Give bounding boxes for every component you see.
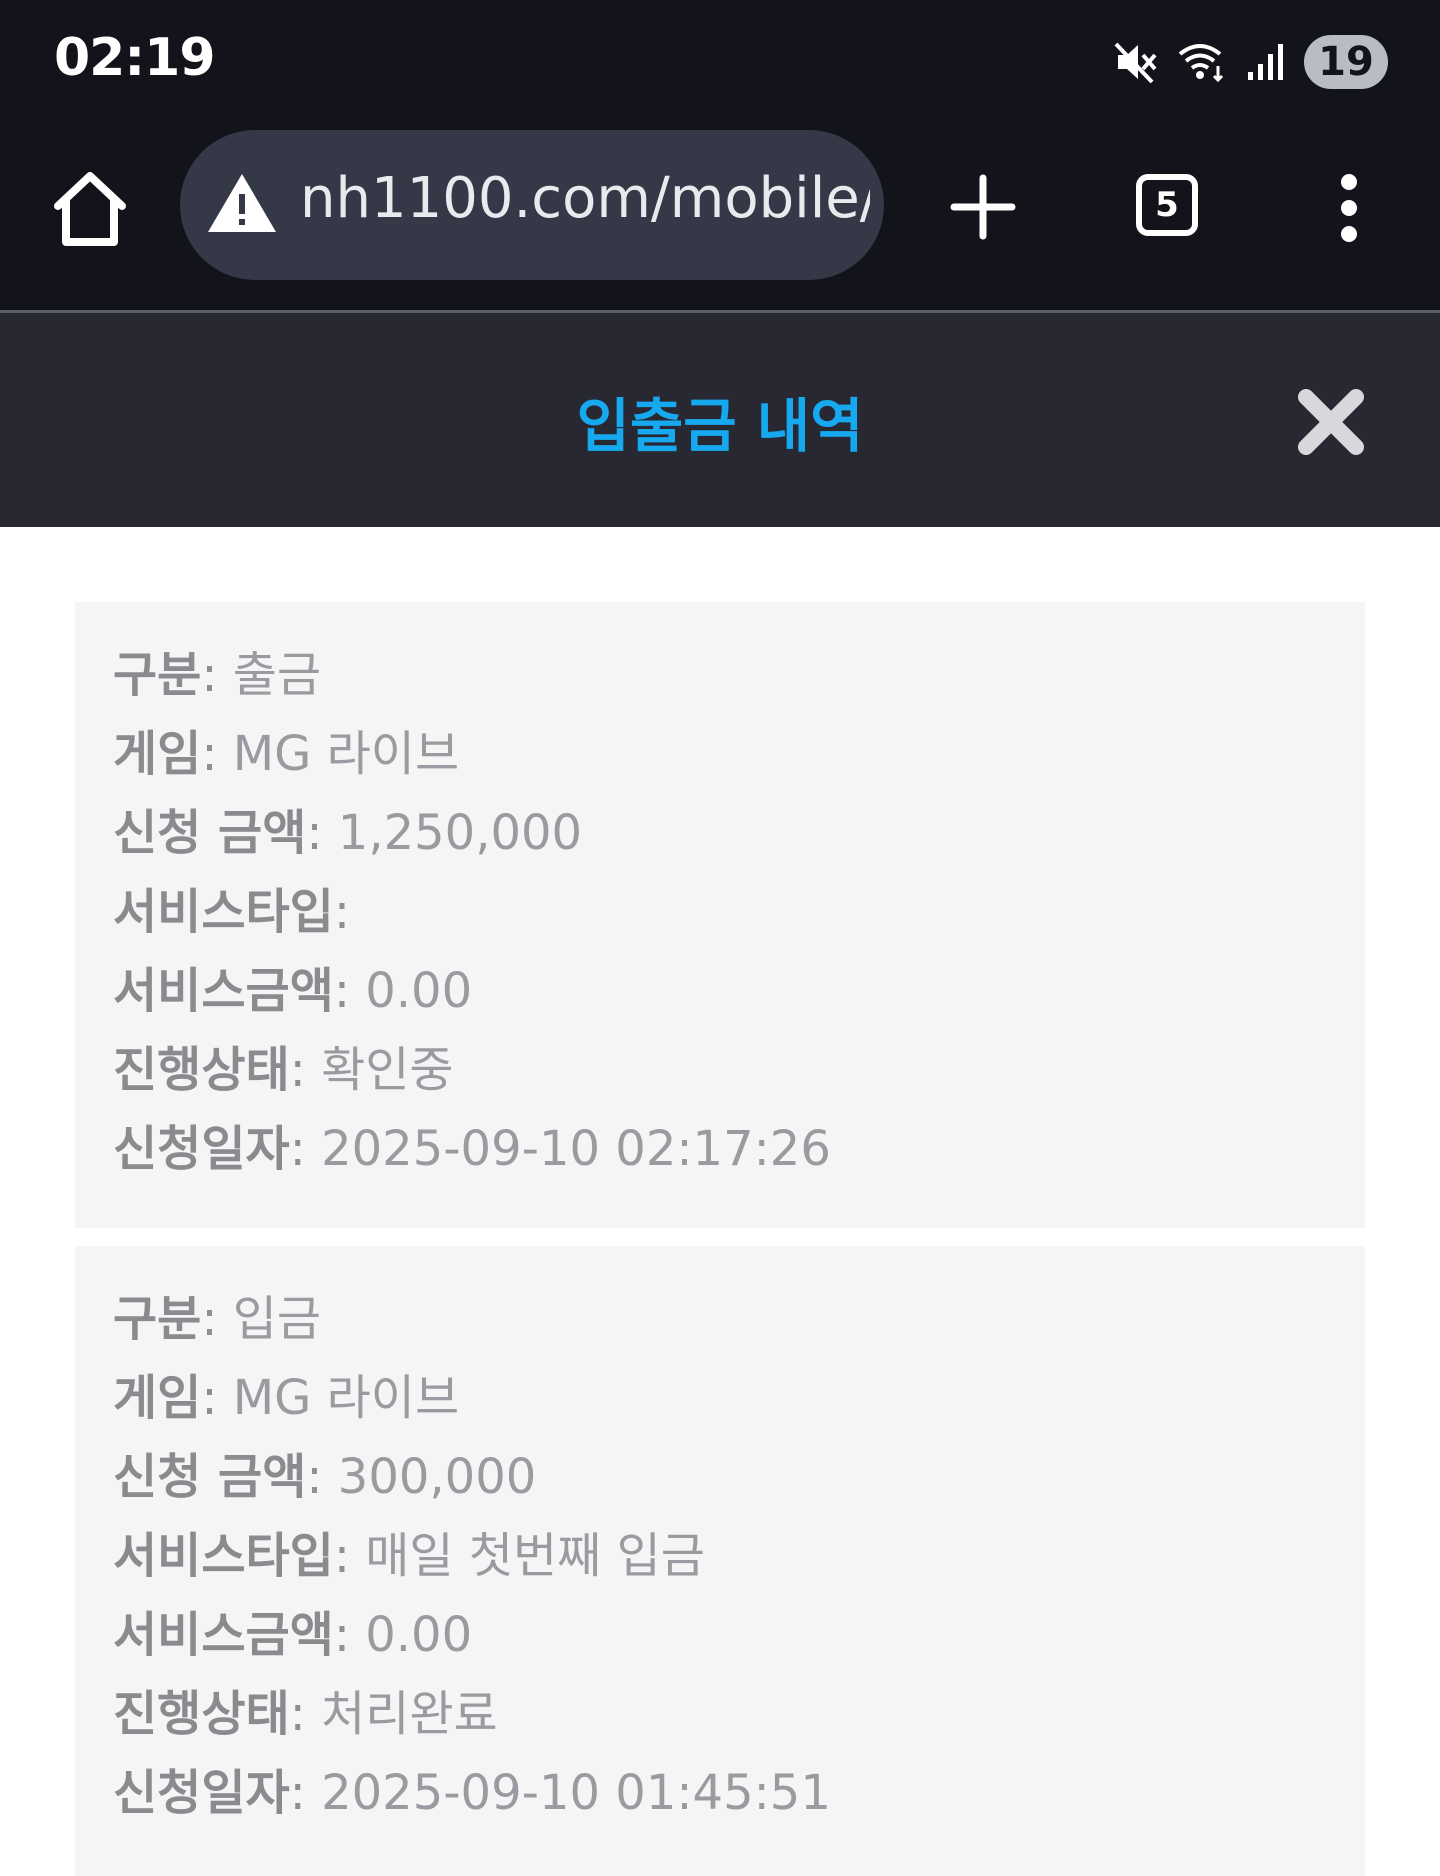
status-time: 02:19	[54, 28, 216, 88]
tab-switcher-button[interactable]: 5	[1136, 174, 1198, 236]
transaction-card: 구분: 입금 게임: MG 라이브 신청 금액: 300,000 서비스타입: …	[75, 1246, 1365, 1876]
battery-indicator: 19	[1304, 35, 1388, 89]
record-service-amount-value: 0.00	[365, 1607, 473, 1663]
record-game-label: 게임	[113, 726, 202, 782]
record-amount-row: 신청 금액: 1,250,000	[113, 805, 583, 861]
record-service-amount-label: 서비스금액	[113, 963, 334, 1019]
record-service-type-row: 서비스타입:	[113, 884, 350, 940]
record-status-value: 처리완료	[321, 1686, 498, 1742]
record-amount-value: 1,250,000	[337, 805, 583, 861]
record-amount-label: 신청 금액	[113, 805, 307, 861]
signal-icon	[1248, 44, 1283, 80]
record-status-row: 진행상태: 확인중	[113, 1042, 454, 1098]
wifi-icon	[1178, 44, 1224, 83]
record-service-type-row: 서비스타입: 매일 첫번째 입금	[113, 1528, 705, 1584]
record-status-label: 진행상태	[113, 1686, 290, 1742]
record-service-amount-row: 서비스금액: 0.00	[113, 1607, 473, 1663]
url-text[interactable]: nh1100.com/mobile/#	[300, 166, 870, 231]
record-type-label: 구분	[113, 1291, 202, 1347]
close-icon[interactable]	[1296, 387, 1366, 457]
warning-icon[interactable]	[206, 170, 278, 236]
mute-icon	[1114, 42, 1157, 84]
record-service-type-label: 서비스타입	[113, 884, 334, 940]
browser-toolbar: nh1100.com/mobile/# 5	[0, 126, 1440, 310]
record-date-value: 2025-09-10 01:45:51	[321, 1765, 831, 1821]
record-type-value: 입금	[232, 1291, 322, 1347]
record-date-row: 신청일자: 2025-09-10 02:17:26	[113, 1121, 831, 1177]
record-game-row: 게임: MG 라이브	[113, 726, 460, 782]
status-bar: 02:19 19	[0, 0, 1440, 126]
record-game-label: 게임	[113, 1370, 202, 1426]
record-date-row: 신청일자: 2025-09-10 01:45:51	[113, 1765, 831, 1821]
record-service-type-label: 서비스타입	[113, 1528, 334, 1584]
record-service-amount-label: 서비스금액	[113, 1607, 334, 1663]
record-status-value: 확인중	[321, 1042, 454, 1098]
dialog-header: 입출금 내역	[0, 313, 1440, 527]
transaction-list: 구분: 출금 게임: MG 라이브 신청 금액: 1,250,000 서비스타입…	[0, 527, 1440, 1876]
plus-icon[interactable]	[950, 174, 1016, 240]
record-game-row: 게임: MG 라이브	[113, 1370, 460, 1426]
record-type-row: 구분: 입금	[113, 1291, 322, 1347]
home-icon[interactable]	[50, 166, 130, 252]
record-date-label: 신청일자	[113, 1121, 290, 1177]
record-amount-label: 신청 금액	[113, 1449, 307, 1505]
more-vert-icon[interactable]	[1332, 172, 1366, 244]
url-bar[interactable]: nh1100.com/mobile/#	[180, 130, 884, 280]
record-service-amount-row: 서비스금액: 0.00	[113, 963, 473, 1019]
record-service-type-value: 매일 첫번째 입금	[365, 1528, 705, 1584]
record-date-value: 2025-09-10 02:17:26	[321, 1121, 831, 1177]
record-game-value: MG 라이브	[232, 1370, 460, 1426]
record-service-amount-value: 0.00	[365, 963, 473, 1019]
record-game-value: MG 라이브	[232, 726, 460, 782]
dialog-title: 입출금 내역	[576, 392, 864, 460]
record-status-row: 진행상태: 처리완료	[113, 1686, 498, 1742]
record-type-value: 출금	[232, 647, 322, 703]
record-amount-row: 신청 금액: 300,000	[113, 1449, 537, 1505]
transaction-card: 구분: 출금 게임: MG 라이브 신청 금액: 1,250,000 서비스타입…	[75, 602, 1365, 1228]
record-status-label: 진행상태	[113, 1042, 290, 1098]
record-date-label: 신청일자	[113, 1765, 290, 1821]
record-type-label: 구분	[113, 647, 202, 703]
record-amount-value: 300,000	[337, 1449, 537, 1505]
status-icons: 19	[1114, 34, 1388, 90]
record-type-row: 구분: 출금	[113, 647, 322, 703]
